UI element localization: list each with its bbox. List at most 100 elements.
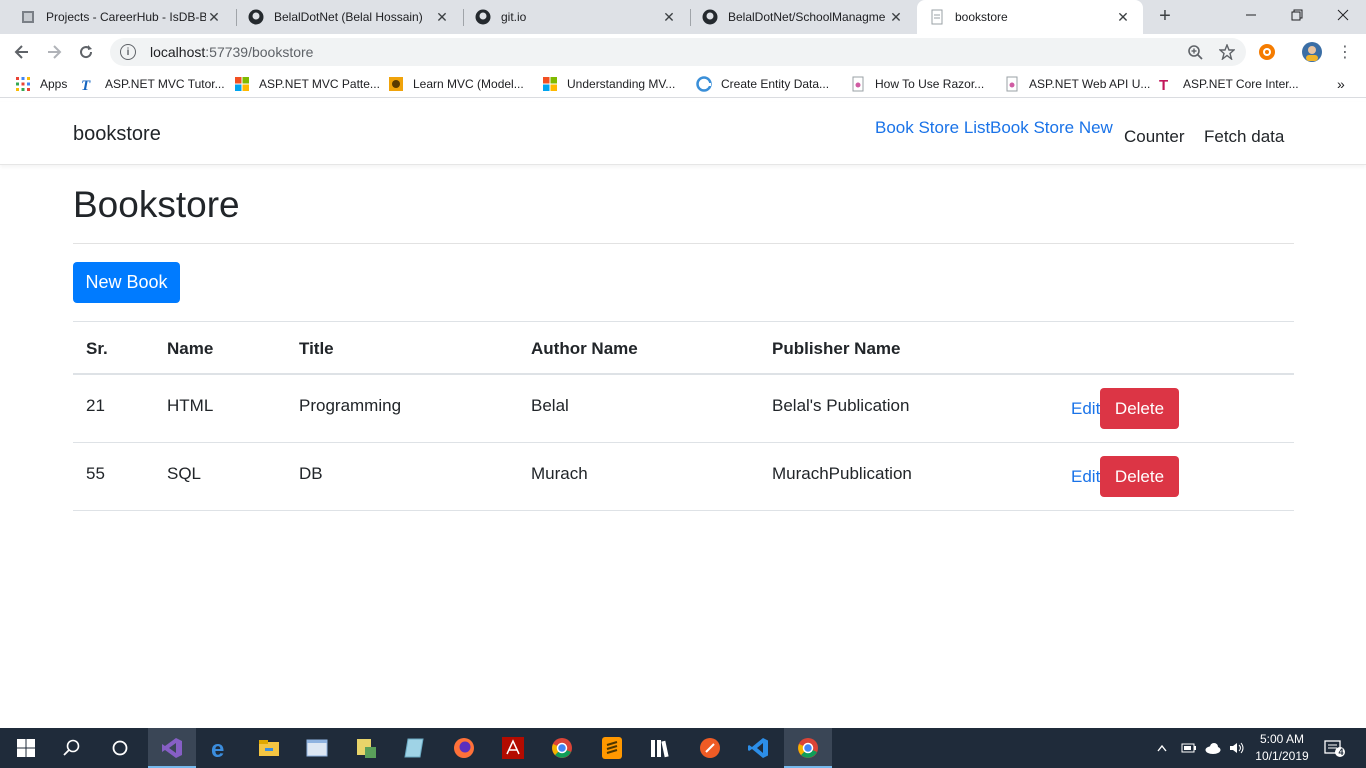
page-icon — [850, 76, 866, 92]
browser-tab-careerhub[interactable]: Projects - CareerHub - IsDB-BI ✕ — [8, 0, 234, 34]
chrome-icon[interactable] — [550, 736, 574, 760]
postman-icon[interactable] — [698, 736, 722, 760]
volume-icon[interactable] — [1228, 728, 1246, 768]
visual-studio-icon — [162, 738, 182, 758]
close-tab-icon[interactable]: ✕ — [206, 9, 222, 26]
system-clock[interactable]: 5:00 AM 10/1/2019 — [1250, 731, 1314, 765]
table-row: 55 SQL DB Murach MurachPublication Edit … — [73, 443, 1294, 511]
windows-taskbar: e 5:00 AM 10/1/2019 4 — [0, 728, 1366, 768]
microsoft-icon — [234, 76, 250, 92]
column-header-title: Title — [299, 339, 334, 358]
nav-fetch-data[interactable]: Fetch data — [1204, 127, 1284, 147]
browser-tab-bookstore[interactable]: bookstore ✕ — [917, 0, 1143, 34]
edge-icon — [696, 76, 712, 92]
forward-button[interactable] — [41, 39, 67, 65]
sublime-text-icon[interactable] — [600, 736, 624, 760]
edit-link[interactable]: Edit — [1071, 399, 1100, 419]
search-icon[interactable] — [60, 736, 84, 760]
svg-text:T: T — [1159, 77, 1168, 92]
azure-devops-icon — [20, 9, 36, 25]
battery-icon[interactable] — [1180, 728, 1198, 768]
file-explorer-icon[interactable] — [257, 736, 281, 760]
close-tab-icon[interactable]: ✕ — [888, 9, 904, 26]
sql-tool-icon[interactable] — [354, 736, 378, 760]
address-bar[interactable]: i localhost:57739/bookstore — [110, 38, 1246, 66]
column-header-publisher: Publisher Name — [772, 339, 901, 358]
nav-book-store-new[interactable]: Book Store New — [990, 118, 1113, 138]
cell-title: DB — [299, 464, 323, 483]
browser-tab-schoolmanagement[interactable]: BelalDotNet/SchoolManagme ✕ — [690, 0, 916, 34]
close-tab-icon[interactable]: ✕ — [1115, 9, 1131, 26]
delete-button[interactable]: Delete — [1100, 388, 1179, 429]
onedrive-cloud-icon[interactable] — [1204, 728, 1222, 768]
new-tab-button[interactable]: + — [1154, 6, 1176, 28]
library-icon[interactable] — [648, 736, 672, 760]
app-page: bookstore Book Store List Book Store New… — [0, 98, 1366, 728]
window-app-icon[interactable] — [305, 736, 329, 760]
column-header-author: Author Name — [531, 339, 638, 358]
show-hidden-icons-icon[interactable] — [1156, 728, 1172, 768]
bookmark-create-entity-data[interactable]: Create Entity Data... — [696, 75, 829, 93]
microsoft-icon — [542, 76, 558, 92]
bookmark-learn-mvc[interactable]: Learn MVC (Model... — [388, 75, 524, 93]
browser-tab-strip: Projects - CareerHub - IsDB-BI ✕ BelalDo… — [0, 0, 1366, 34]
taskbar-chrome-active[interactable] — [784, 728, 832, 768]
site-info-icon[interactable]: i — [120, 44, 136, 60]
extension-icon[interactable] — [1255, 38, 1279, 66]
clock-time: 5:00 AM — [1259, 732, 1305, 746]
bookmark-aspnet-core[interactable]: T ASP.NET Core Inter... — [1158, 75, 1299, 94]
profile-avatar-icon[interactable] — [1300, 38, 1324, 66]
acrobat-icon[interactable] — [501, 736, 525, 760]
cell-sr: 55 — [86, 464, 105, 483]
windows-start-icon[interactable] — [14, 736, 38, 760]
more-bookmarks-icon[interactable]: » — [1337, 75, 1345, 93]
tutorialsteacher-icon: T — [80, 76, 96, 94]
svg-text:e: e — [211, 736, 224, 760]
cell-author: Belal — [531, 396, 569, 415]
column-header-name: Name — [167, 339, 214, 358]
nav-book-store-list[interactable]: Book Store List — [875, 118, 990, 138]
zoom-icon[interactable] — [1183, 38, 1207, 66]
cell-title: Programming — [299, 396, 402, 415]
cell-publisher: Belal's Publication — [772, 396, 910, 415]
back-button[interactable] — [9, 39, 35, 65]
bookmark-understanding-mvc[interactable]: Understanding MV... — [542, 75, 675, 93]
nav-counter[interactable]: Counter — [1124, 127, 1184, 147]
page-title: Bookstore — [73, 184, 240, 225]
edit-link[interactable]: Edit — [1071, 467, 1100, 487]
page-icon — [1004, 76, 1020, 92]
reload-button[interactable] — [73, 39, 99, 65]
restore-button[interactable] — [1274, 0, 1320, 30]
cell-author: Murach — [531, 464, 588, 483]
minimize-button[interactable] — [1228, 0, 1274, 30]
firefox-icon[interactable] — [452, 736, 476, 760]
browser-menu-icon[interactable]: ⋮ — [1333, 38, 1357, 66]
taskbar-visual-studio[interactable] — [148, 728, 196, 768]
task-view-icon[interactable] — [108, 736, 132, 760]
new-book-button[interactable]: New Book — [73, 262, 180, 303]
close-window-button[interactable] — [1320, 0, 1366, 30]
app-navbar: bookstore Book Store List Book Store New… — [0, 102, 1366, 165]
vscode-icon[interactable] — [746, 736, 770, 760]
cell-publisher: MurachPublication — [772, 464, 912, 483]
bookmark-apps[interactable]: Apps — [15, 75, 67, 93]
bookmark-star-icon[interactable] — [1215, 38, 1239, 66]
notes-app-icon[interactable] — [402, 736, 426, 760]
chrome-icon — [798, 738, 818, 758]
bookmark-razor[interactable]: How To Use Razor... — [850, 75, 984, 93]
action-center-icon[interactable]: 4 — [1324, 728, 1346, 768]
browser-tab-belaldotnet[interactable]: BelalDotNet (Belal Hossain) ✕ — [236, 0, 462, 34]
bookmark-aspnet-mvc-pattern[interactable]: ASP.NET MVC Patte... — [234, 75, 380, 93]
cell-name: HTML — [167, 396, 214, 415]
bookmark-aspnet-mvc-tutorial[interactable]: T ASP.NET MVC Tutor... — [80, 75, 225, 94]
github-icon — [248, 9, 264, 25]
svg-text:T: T — [81, 78, 91, 92]
app-brand[interactable]: bookstore — [73, 123, 161, 146]
browser-tab-gitio[interactable]: git.io ✕ — [463, 0, 689, 34]
close-tab-icon[interactable]: ✕ — [661, 9, 677, 26]
edge-browser-icon[interactable]: e — [209, 736, 233, 763]
delete-button[interactable]: Delete — [1100, 456, 1179, 497]
github-icon — [702, 9, 718, 25]
bookmark-web-api[interactable]: ASP.NET Web API U... — [1004, 75, 1150, 93]
close-tab-icon[interactable]: ✕ — [434, 9, 450, 26]
